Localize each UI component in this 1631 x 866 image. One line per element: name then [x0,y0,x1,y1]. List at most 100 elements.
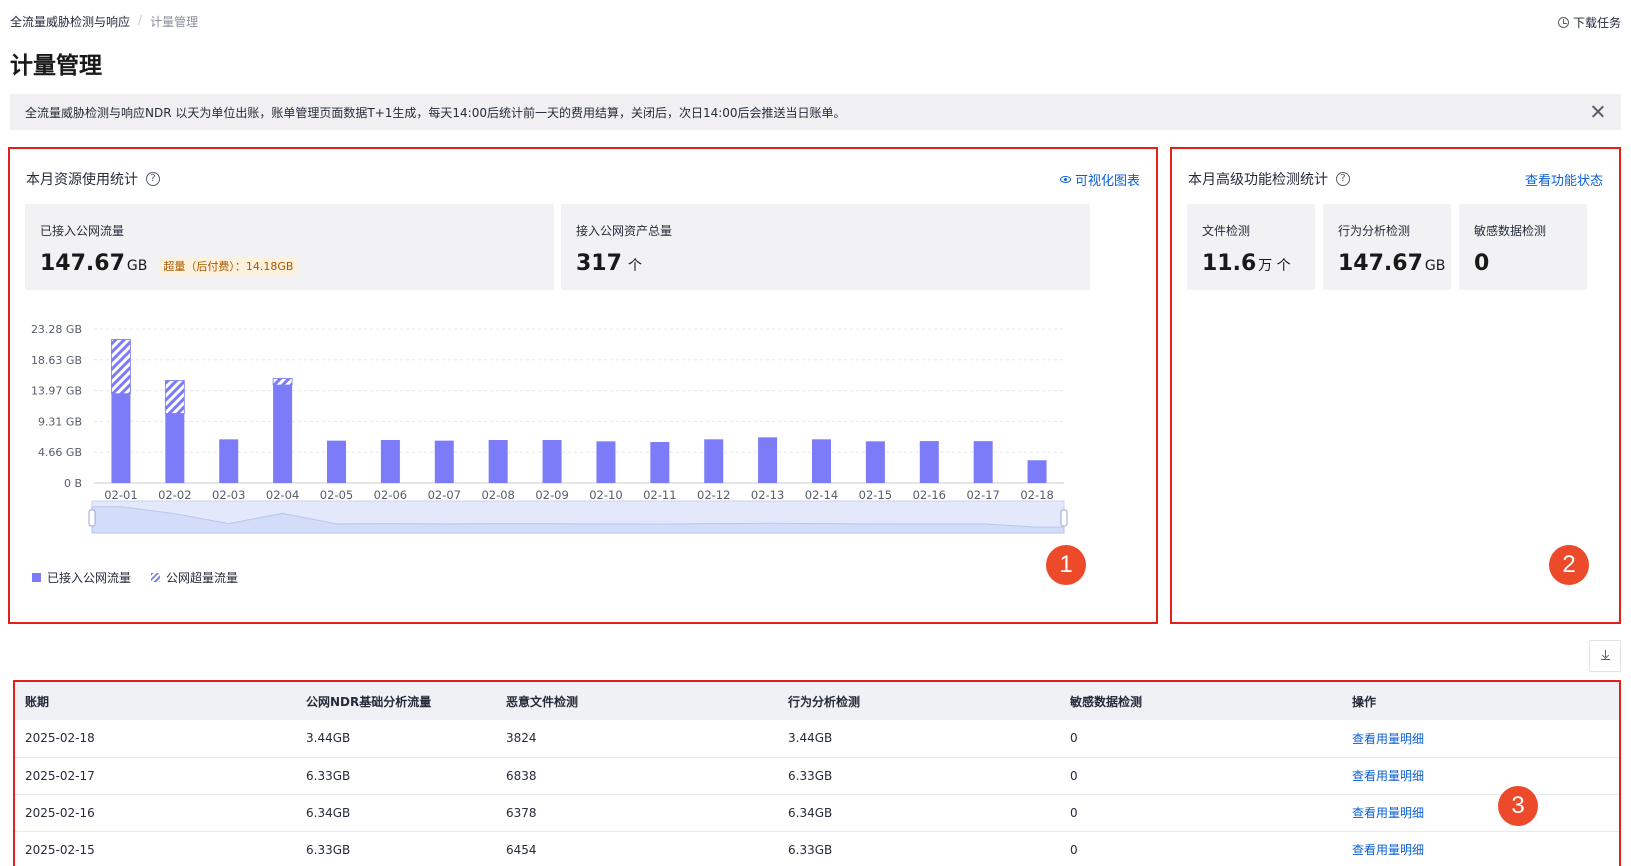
x-tick-label: 02-06 [374,488,407,502]
close-icon[interactable] [1589,103,1607,121]
breadcrumb-parent[interactable]: 全流量威胁检测与响应 [10,13,130,30]
resource-usage-panel: 本月资源使用统计 ? 可视化图表 已接入公网流量 147.67 GB 超量（后付… [8,147,1158,624]
cell-date: 2025-02-18 [15,720,296,758]
legend-item-overage[interactable]: 公网超量流量 [151,569,238,586]
stat-card-behavior-detection: 行为分析检测 147.67 GB [1323,204,1451,290]
column-header: 账期 [25,694,50,709]
stat-value: 147.67 [1338,251,1423,276]
stat-card-public-traffic: 已接入公网流量 147.67 GB 超量（后付费）：14.18GB [25,204,554,290]
y-tick-label: 4.66 GB [38,446,82,459]
cell-sensitive: 0 [1060,720,1342,758]
annotation-badge-1: 1 [1046,545,1086,585]
cell-behavior: 3.44GB [778,720,1060,758]
notice-banner: 全流量威胁检测与响应NDR 以天为单位出账，账单管理页面数据T+1生成，每天14… [10,94,1621,130]
stat-label: 行为分析检测 [1338,224,1411,238]
bar-public-traffic[interactable] [973,441,993,483]
download-tasks-label: 下载任务 [1572,16,1621,30]
bar-overage-traffic[interactable] [111,339,131,395]
x-tick-label: 02-14 [805,488,838,502]
traffic-bar-chart: 0 B 4.66 GB 9.31 GB 13.97 GB 18.63 GB 23.28 G… [31,323,1068,534]
stat-label: 文件检测 [1202,224,1251,238]
column-header: 敏感数据检测 [1070,694,1143,709]
stat-card-sensitive-data: 敏感数据检测 0 [1459,204,1587,290]
bar-public-traffic[interactable] [488,440,508,483]
bar-public-traffic[interactable] [704,439,724,483]
view-usage-detail-link[interactable]: 查看用量明细 [1352,732,1424,746]
stat-unit: GB [1424,258,1446,274]
bar-public-traffic[interactable] [273,385,293,483]
advanced-detection-panel: 本月高级功能检测统计 ? 查看功能状态 文件检测 11.6 万 个 行为分析检测… [1170,147,1621,624]
page: 全流量威胁检测与响应 / 计量管理 下载任务 计量管理 全流量威胁检测与响应ND… [0,0,1631,866]
bar-overage-traffic[interactable] [272,378,293,386]
help-icon[interactable]: ? [146,172,160,186]
cell-date: 2025-02-16 [15,794,296,832]
visual-chart-link[interactable]: 可视化图表 [1059,170,1140,189]
notice-text: 全流量威胁检测与响应NDR 以天为单位出账，账单管理页面数据T+1生成，每天14… [25,105,846,120]
legend-label: 公网超量流量 [166,571,239,585]
help-icon[interactable]: ? [1336,172,1350,186]
legend-item-traffic[interactable]: 已接入公网流量 [32,569,131,586]
resource-panel-title: 本月资源使用统计 [26,172,138,188]
annotation-badge-3: 3 [1498,786,1538,826]
stat-label: 接入公网资产总量 [576,224,673,238]
bar-public-traffic[interactable] [219,439,239,483]
usage-table: 账期 公网NDR基础分析流量 恶意文件检测 行为分析检测 敏感数据检测 操作 2… [15,682,1619,866]
breadcrumb-separator: / [138,13,143,27]
cell-sensitive: 0 [1060,831,1342,866]
x-tick-label: 02-17 [966,488,999,502]
bar-public-traffic[interactable] [165,413,185,483]
view-feature-status-link[interactable]: 查看功能状态 [1525,170,1603,189]
resource-panel-header: 本月资源使用统计 ? [26,169,160,189]
bar-public-traffic[interactable] [327,440,346,483]
bar-public-traffic[interactable] [812,439,831,483]
breadcrumb-current: 计量管理 [150,15,199,29]
bar-public-traffic[interactable] [758,437,778,483]
y-tick-label: 0 B [64,477,82,490]
stat-value: 0 [1474,251,1490,276]
table-row: 2025-02-16 6.34GB 6378 6.34GB 0 查看用量明细 [15,794,1619,832]
view-usage-detail-link[interactable]: 查看用量明细 [1352,843,1424,857]
stat-value: 317 [576,251,622,276]
stat-label: 敏感数据检测 [1474,224,1547,238]
export-button[interactable] [1589,640,1621,672]
stat-value: 147.67 [40,251,125,276]
cell-ndr-traffic: 6.33GB [296,831,496,866]
cell-sensitive: 0 [1060,794,1342,832]
download-tasks-button[interactable]: 下载任务 [1557,14,1621,31]
zoom-slider-right-handle[interactable] [1060,509,1068,527]
bar-public-traffic[interactable] [542,440,562,483]
bar-public-traffic[interactable] [919,441,939,483]
breadcrumb: 全流量威胁检测与响应 / 计量管理 [10,13,198,30]
page-title: 计量管理 [10,53,102,79]
legend-label: 已接入公网流量 [47,571,132,585]
x-tick-label: 02-10 [589,488,622,502]
bar-overage-traffic[interactable] [164,380,185,414]
cell-ndr-traffic: 6.33GB [296,757,496,795]
chart-bars [111,339,1047,483]
view-usage-detail-link[interactable]: 查看用量明细 [1352,806,1424,820]
x-tick-label: 02-02 [158,488,191,502]
bar-public-traffic[interactable] [865,441,885,483]
zoom-slider-left-handle[interactable] [88,509,96,527]
x-tick-label: 02-04 [266,488,299,502]
bar-public-traffic[interactable] [596,441,616,483]
cell-behavior: 6.33GB [778,757,1060,795]
stat-card-public-assets: 接入公网资产总量 317 个 [561,204,1090,290]
column-header: 公网NDR基础分析流量 [306,694,432,709]
x-tick-label: 02-18 [1020,488,1053,502]
bar-public-traffic[interactable] [1027,460,1047,483]
bar-public-traffic[interactable] [380,440,400,483]
advanced-panel-title: 本月高级功能检测统计 [1188,172,1328,188]
bar-public-traffic[interactable] [111,393,131,483]
x-tick-label: 02-16 [913,488,946,502]
table-row: 2025-02-15 6.33GB 6454 6.33GB 0 查看用量明细 [15,831,1619,866]
cell-malware: 6838 [496,757,778,795]
chart-zoom-slider[interactable] [88,500,1068,534]
view-usage-detail-link[interactable]: 查看用量明细 [1352,769,1424,783]
cell-malware: 6454 [496,831,778,866]
overage-badge: 超量（后付费）：14.18GB [159,257,298,275]
bar-public-traffic[interactable] [650,441,670,483]
x-tick-label: 02-08 [481,488,514,502]
clock-icon [1557,17,1569,28]
bar-public-traffic[interactable] [434,440,454,483]
